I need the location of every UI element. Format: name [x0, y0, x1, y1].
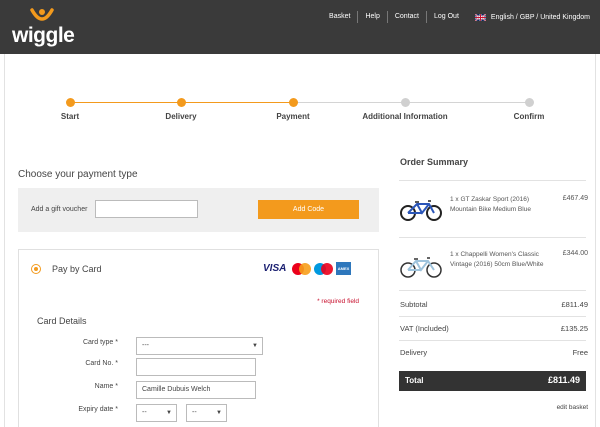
progress-line-pending [294, 102, 530, 103]
summary-divider [399, 180, 586, 181]
expiry-year-select[interactable]: -- ▼ [186, 404, 227, 422]
top-nav: Basket Help Contact Log Out English / GB… [322, 11, 590, 23]
summary-item-price: £467.49 [562, 195, 588, 202]
summary-item-description: 1 x Chappelli Women's Classic Vintage (2… [450, 251, 544, 268]
maestro-icon [314, 262, 333, 275]
visa-icon: VISA [263, 263, 287, 274]
total-label: Total [405, 376, 424, 385]
step-dot-payment [289, 98, 298, 107]
order-summary-title: Order Summary [400, 157, 469, 167]
chevron-down-icon: ▼ [166, 410, 172, 416]
subtotal-label: Subtotal [400, 300, 428, 309]
mountain-bike-icon [400, 200, 442, 221]
pay-by-card-label[interactable]: Pay by Card [52, 264, 102, 274]
step-dot-delivery [177, 98, 186, 107]
summary-item-price: £344.00 [562, 250, 588, 257]
region-selector[interactable]: English / GBP / United Kingdom [491, 14, 590, 21]
card-logos: VISA AMEX [263, 262, 351, 275]
summary-item-description: 1 x GT Zaskar Sport (2016) Mountain Bike… [450, 196, 531, 213]
wiggle-logo-text: wiggle [12, 24, 75, 47]
step-label-delivery: Delivery [165, 112, 197, 121]
name-input[interactable]: Camille Dubuis Welch [136, 381, 256, 399]
expiry-date-label: Expiry date * [78, 406, 118, 413]
card-number-label: Card No. * [85, 360, 118, 367]
gift-voucher-input[interactable] [95, 200, 198, 218]
site-header: wiggle Basket Help Contact Log Out Engli… [0, 0, 600, 54]
pay-by-card-panel: Pay by Card VISA AMEX * required field C… [18, 249, 379, 427]
pay-by-card-radio[interactable] [31, 264, 41, 274]
nav-contact[interactable]: Contact [386, 11, 426, 23]
summary-divider [399, 290, 586, 291]
subtotal-value: £811.49 [561, 300, 588, 309]
step-label-additional-information: Additional Information [362, 112, 448, 121]
summary-divider [399, 316, 586, 317]
step-dot-start [66, 98, 75, 107]
card-type-label: Card type * [82, 339, 118, 346]
amex-icon: AMEX [336, 262, 351, 275]
mastercard-icon [292, 262, 311, 275]
chevron-down-icon: ▼ [216, 410, 222, 416]
total-bar: Total £811.49 [399, 371, 586, 391]
step-dot-confirm [525, 98, 534, 107]
summary-divider [399, 237, 586, 238]
nav-basket[interactable]: Basket [322, 11, 357, 23]
step-dot-additional-information [401, 98, 410, 107]
delivery-value: Free [572, 348, 588, 357]
expiry-month-value: -- [142, 409, 147, 416]
vat-value: £135.25 [560, 324, 588, 333]
chevron-down-icon: ▼ [252, 343, 258, 349]
nav-log-out[interactable]: Log Out [425, 11, 466, 23]
vat-label: VAT (Included) [400, 324, 449, 333]
expiry-month-select[interactable]: -- ▼ [136, 404, 177, 422]
summary-divider [399, 340, 586, 341]
card-details-title: Card Details [37, 316, 87, 326]
nav-help[interactable]: Help [357, 11, 386, 23]
delivery-label: Delivery [400, 348, 428, 357]
step-label-confirm: Confirm [513, 112, 545, 121]
card-type-value: --- [142, 342, 149, 349]
expiry-year-value: -- [192, 409, 197, 416]
add-code-button[interactable]: Add Code [258, 200, 359, 219]
uk-flag-icon[interactable] [474, 13, 486, 21]
card-number-input[interactable] [136, 358, 256, 376]
step-label-payment: Payment [276, 112, 310, 121]
required-field-note: * required field [317, 298, 359, 305]
payment-type-title: Choose your payment type [18, 169, 138, 180]
wiggle-logo[interactable]: wiggle [12, 8, 75, 48]
total-value: £811.49 [547, 375, 580, 385]
gift-voucher-label: Add a gift voucher [31, 206, 88, 213]
step-label-start: Start [60, 112, 80, 121]
card-type-select[interactable]: --- ▼ [136, 337, 263, 355]
city-bike-icon [400, 257, 442, 278]
name-label: Name * [94, 383, 118, 390]
gift-voucher-box: Add a gift voucher Add Code [18, 188, 379, 232]
edit-basket-link[interactable]: edit basket [557, 404, 588, 411]
